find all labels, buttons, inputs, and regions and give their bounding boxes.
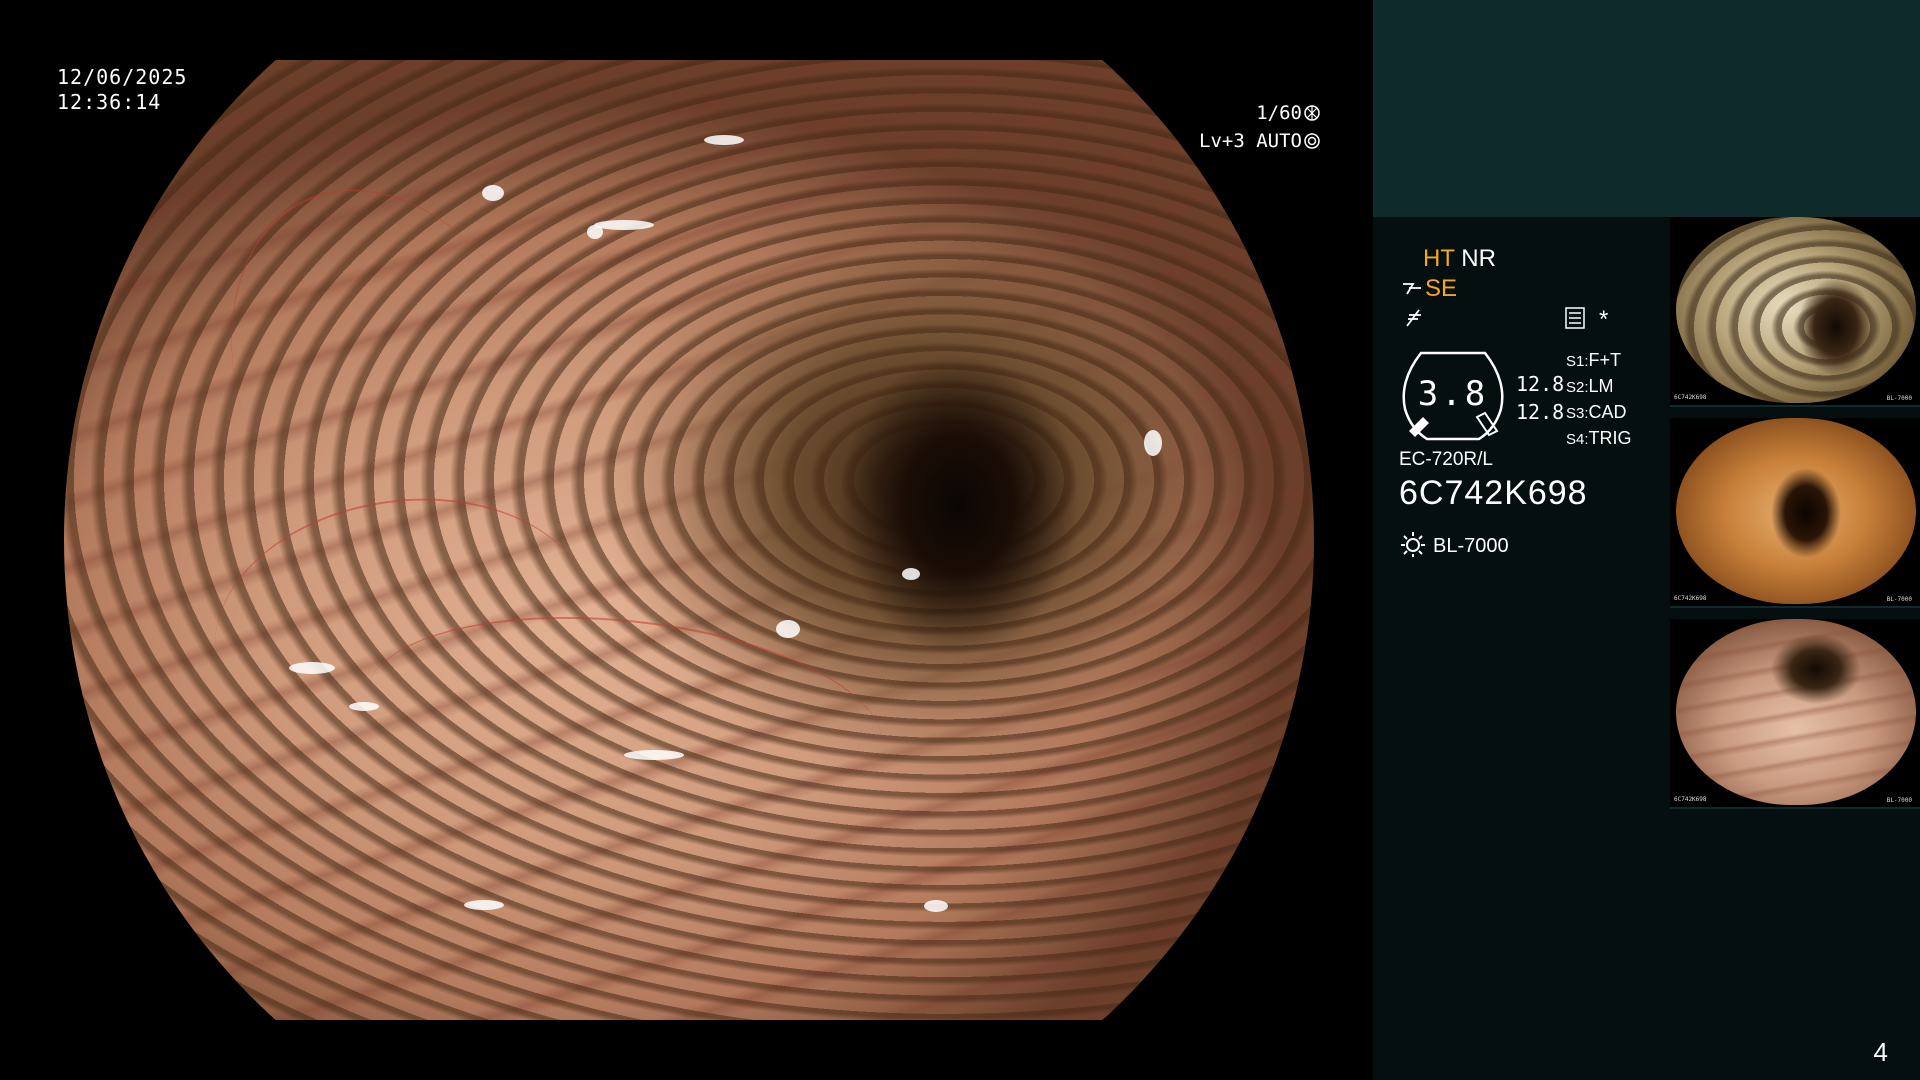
light-reflection xyxy=(482,185,504,201)
info-side-panel: HT NR SE * 3.8 12.8 12.8 S1:F+T S2:LM S3… xyxy=(1373,0,1920,1080)
light-reflection xyxy=(902,568,920,580)
exposure-level: Lv+3 AUTO xyxy=(1199,130,1302,152)
light-reflection xyxy=(776,620,800,638)
page-number: 4 xyxy=(1873,1037,1888,1067)
freeze-icon xyxy=(1406,309,1421,327)
mode-se: SE xyxy=(1425,275,1458,302)
gauge-value: 3.8 xyxy=(1417,374,1489,414)
setting-row: S3:CAD xyxy=(1566,400,1632,426)
setting-key: S2: xyxy=(1566,379,1589,396)
star-indicator: * xyxy=(1599,306,1609,333)
thumbnail-source: BL-7000 xyxy=(1886,596,1912,603)
record-list-icon xyxy=(1565,307,1585,329)
thumbnail-image xyxy=(1676,619,1916,805)
panel-header-area xyxy=(1373,0,1920,217)
scope-model: EC-720R/L xyxy=(1399,449,1493,470)
structure-enhance-row: SE xyxy=(1401,275,1457,303)
setting-row: S2:LM xyxy=(1566,374,1632,400)
thumbnail-source: BL-7000 xyxy=(1886,395,1912,402)
gauge-reading-1: 12.8 xyxy=(1516,372,1565,396)
gauge-reading-2: 12.8 xyxy=(1516,400,1565,424)
light-source-row: BL-7000 xyxy=(1399,530,1509,558)
light-reflection xyxy=(1144,430,1162,456)
setting-value: F+T xyxy=(1588,350,1622,370)
setting-row: S4:TRIG xyxy=(1566,426,1632,452)
light-reflection xyxy=(704,135,744,145)
setting-value: CAD xyxy=(1588,402,1627,422)
captured-thumbnail[interactable]: 6C742K698 BL-7000 xyxy=(1670,418,1920,608)
shutter-row: 1/60 xyxy=(1180,99,1320,127)
shutter-icon xyxy=(1304,105,1320,121)
scope-serial: 6C742K698 xyxy=(1399,474,1588,512)
endoscopic-image xyxy=(64,60,1314,1020)
light-source-icon xyxy=(1401,532,1425,557)
gauge-readings: 12.8 12.8 xyxy=(1516,370,1564,426)
setting-key: S1: xyxy=(1566,353,1589,370)
thumbnail-caption: 6C742K698 xyxy=(1674,595,1707,602)
exam-date: 12/06/2025 xyxy=(57,65,188,89)
exposure-info: 1/60 Lv+3 AUTO xyxy=(1180,99,1320,155)
switch-settings: S1:F+T S2:LM S3:CAD S4:TRIG xyxy=(1566,348,1632,452)
thumbnail-caption: 6C742K698 xyxy=(1674,796,1707,803)
level-row: Lv+3 AUTO xyxy=(1180,127,1320,155)
captured-thumbnail[interactable]: 6C742K698 BL-7000 xyxy=(1670,619,1920,809)
setting-row: S1:F+T xyxy=(1566,348,1632,374)
setting-value: LM xyxy=(1588,376,1614,396)
exam-time: 12:36:14 xyxy=(57,90,162,114)
mode-ht: HT xyxy=(1423,245,1455,272)
thumbnail-image xyxy=(1676,217,1916,403)
thumbnail-image xyxy=(1676,418,1916,604)
setting-key: S4: xyxy=(1566,431,1589,448)
iris-icon xyxy=(1304,133,1320,149)
light-reflection xyxy=(587,225,603,239)
light-source: BL-7000 xyxy=(1433,535,1509,557)
image-mode-row: HT NR xyxy=(1423,244,1496,274)
light-reflection xyxy=(594,220,654,230)
setting-key: S3: xyxy=(1566,405,1589,422)
thumbnail-source: BL-7000 xyxy=(1886,797,1912,804)
shutter-speed: 1/60 xyxy=(1256,102,1302,124)
setting-value: TRIG xyxy=(1588,428,1632,448)
structure-enhance-icon xyxy=(1403,283,1421,295)
endoscopy-main-view: 12/06/2025 12:36:14 1/60 Lv+3 AUTO xyxy=(0,0,1373,1080)
light-reflection xyxy=(464,900,504,910)
mode-nr: NR xyxy=(1461,245,1496,272)
light-reflection xyxy=(924,900,948,912)
date-time-overlay: 12/06/2025 12:36:14 xyxy=(57,65,187,115)
captured-thumbnail[interactable]: 6C742K698 BL-7000 xyxy=(1670,217,1920,407)
thumbnail-caption: 6C742K698 xyxy=(1674,394,1707,401)
